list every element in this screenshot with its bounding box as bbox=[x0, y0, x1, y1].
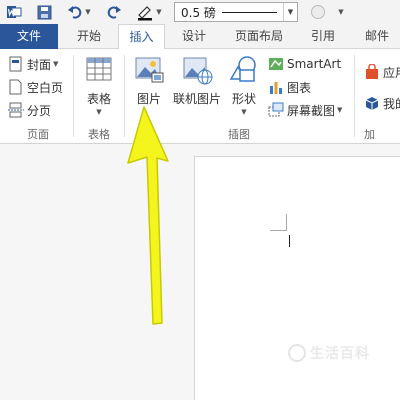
document-page[interactable] bbox=[194, 156, 400, 400]
watermark-text: 生活百科 bbox=[310, 346, 370, 362]
pen-icon bbox=[138, 6, 153, 21]
circle-icon[interactable] bbox=[308, 2, 328, 22]
blank-page-icon bbox=[8, 79, 24, 95]
chevron-down-icon: ▼ bbox=[283, 3, 297, 21]
chevron-down-icon: ▼ bbox=[53, 60, 59, 68]
margin-marker bbox=[286, 214, 287, 231]
my-addins-label: 我的 bbox=[383, 96, 400, 111]
smartart-button[interactable]: SmartArt bbox=[268, 54, 341, 74]
pointer-arrow-shape bbox=[127, 106, 169, 325]
tab-home[interactable]: 开始 bbox=[64, 24, 114, 49]
watermark-logo-icon bbox=[288, 344, 306, 362]
ribbon-tabs: 文件 开始 插入 设计 页面布局 引用 邮件 bbox=[0, 24, 400, 50]
screenshot-icon bbox=[268, 102, 284, 118]
word-logo-icon bbox=[4, 2, 24, 22]
group-divider bbox=[73, 55, 74, 137]
picture-button[interactable]: 图片 bbox=[130, 53, 168, 107]
chevron-down-icon: ▼ bbox=[156, 8, 162, 16]
screenshot-button[interactable]: 屏幕截图 ▼ bbox=[268, 100, 342, 120]
shapes-label: 形状 bbox=[231, 92, 256, 106]
cover-page-icon bbox=[8, 56, 24, 72]
chevron-down-icon: ▼ bbox=[85, 8, 91, 16]
tab-mailings[interactable]: 邮件 bbox=[354, 24, 400, 49]
addins-icon bbox=[364, 95, 380, 111]
smartart-label: SmartArt bbox=[287, 57, 342, 71]
store-icon bbox=[364, 63, 380, 80]
shapes-button[interactable]: 形状 ▼ bbox=[226, 53, 262, 116]
undo-button[interactable]: ▼ bbox=[64, 2, 94, 22]
chevron-down-icon: ▼ bbox=[337, 106, 343, 114]
group-label-addins: 加 bbox=[364, 128, 375, 141]
pointer-arrow bbox=[127, 106, 169, 325]
save-icon[interactable] bbox=[34, 2, 54, 22]
redo-icon[interactable] bbox=[104, 2, 124, 22]
page-break-button[interactable]: 分页 bbox=[8, 100, 51, 120]
blank-page-button[interactable]: 空白页 bbox=[8, 77, 63, 97]
tab-file[interactable]: 文件 bbox=[0, 24, 58, 49]
page-break-icon bbox=[8, 102, 24, 118]
chevron-down-icon: ▼ bbox=[96, 108, 102, 116]
group-label-pages: 页面 bbox=[27, 128, 49, 141]
watermark: 生活百科 bbox=[288, 343, 370, 363]
table-icon bbox=[82, 53, 116, 87]
group-divider bbox=[354, 55, 355, 137]
cover-page-label: 封面 bbox=[27, 57, 52, 72]
bar-chart-icon bbox=[268, 79, 284, 95]
group-label-tables: 表格 bbox=[88, 128, 110, 141]
more-dropdown-icon[interactable]: ▼ bbox=[334, 2, 348, 22]
line-sample bbox=[221, 11, 277, 13]
table-button[interactable]: 表格 ▼ bbox=[80, 53, 118, 116]
line-weight-value: 0.5 磅 bbox=[181, 5, 216, 20]
tab-design[interactable]: 设计 bbox=[170, 24, 218, 49]
smartart-icon bbox=[268, 56, 284, 72]
tab-references[interactable]: 引用 bbox=[302, 24, 344, 49]
my-addins-button[interactable]: 我的 bbox=[364, 93, 400, 113]
table-label: 表格 bbox=[86, 92, 111, 106]
chart-button[interactable]: 图表 bbox=[268, 77, 311, 97]
page-break-label: 分页 bbox=[27, 103, 52, 118]
chart-label: 图表 bbox=[287, 80, 312, 95]
picture-icon bbox=[132, 53, 166, 87]
blank-page-label: 空白页 bbox=[27, 80, 64, 95]
cover-page-button[interactable]: 封面 ▼ bbox=[8, 54, 58, 74]
chevron-down-icon: ▼ bbox=[241, 108, 247, 116]
ribbon-panel: 封面 ▼ 空白页 分页 页面 表格 ▼ 表格 图片 联机图片 形状 ▼ Smar… bbox=[0, 49, 400, 144]
tab-insert[interactable]: 插入 bbox=[118, 24, 165, 50]
store-label: 应用 bbox=[383, 65, 400, 80]
line-weight-select[interactable]: 0.5 磅 ▼ bbox=[174, 2, 298, 22]
screenshot-label: 屏幕截图 bbox=[287, 103, 336, 118]
tab-page-layout[interactable]: 页面布局 bbox=[226, 24, 292, 49]
shapes-icon bbox=[227, 53, 261, 87]
online-pictures-button[interactable]: 联机图片 bbox=[170, 53, 224, 107]
quick-access-toolbar: ▼ ▼ 0.5 磅 ▼ ▼ bbox=[0, 0, 400, 24]
pen-color-button[interactable]: ▼ bbox=[132, 2, 166, 22]
margin-marker bbox=[270, 230, 287, 231]
text-cursor bbox=[289, 235, 290, 247]
undo-icon bbox=[68, 6, 82, 19]
online-picture-icon bbox=[180, 53, 214, 87]
store-button[interactable]: 应用 bbox=[364, 62, 400, 82]
